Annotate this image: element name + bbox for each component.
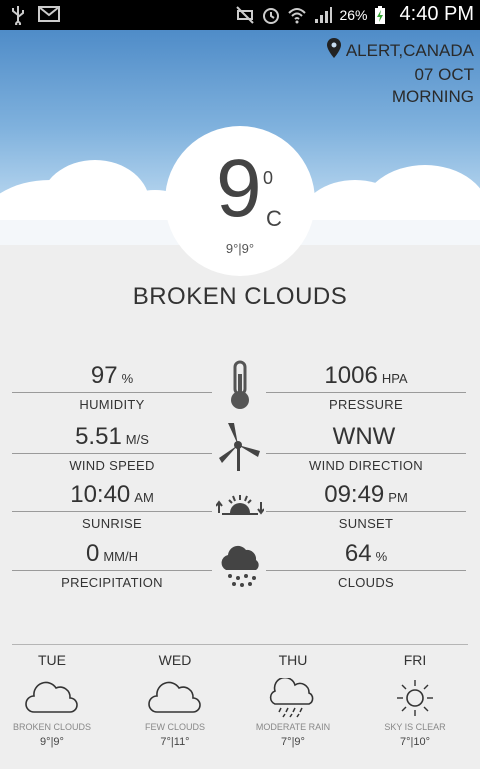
wind-speed-value: 5.51 bbox=[75, 423, 122, 450]
sunrise-value: 10:40 bbox=[70, 481, 131, 508]
forecast-day-label: FRI bbox=[403, 652, 427, 668]
pressure-value: 1006 bbox=[324, 362, 378, 389]
forecast-description: BROKEN CLOUDS bbox=[12, 722, 92, 732]
pressure-label: PRESSURE bbox=[329, 397, 403, 412]
cloud-icon bbox=[0, 678, 112, 718]
forecast-description: FEW CLOUDS bbox=[144, 722, 205, 732]
forecast-range: 9°|9° bbox=[40, 736, 64, 748]
sun-icon bbox=[355, 678, 475, 718]
detail-row-humidity-pressure: 97% HUMIDITY 1006 HPA PRESSURE bbox=[0, 360, 480, 420]
wind-direction-value: WNW bbox=[332, 423, 396, 450]
forecast-day-label: WED bbox=[158, 652, 192, 668]
sunset-value: 09:49 bbox=[324, 481, 385, 508]
forecast-day-label: THU bbox=[278, 652, 308, 668]
status-bar: 26% 4:40 PM bbox=[0, 0, 480, 30]
detail-row-wind: 5.51 M/S WIND SPEED WNW WIND DIRECTION bbox=[0, 423, 480, 481]
signal-icon bbox=[313, 5, 333, 25]
forecast-day-tue[interactable]: TUE BROKEN CLOUDS 9°|9° bbox=[0, 652, 112, 748]
wind-turbine-icon bbox=[216, 421, 264, 473]
wind-speed-label: WIND SPEED bbox=[69, 458, 155, 473]
current-temperature: 9 bbox=[216, 143, 262, 234]
detail-row-sun: 10:40 AM SUNRISE 09:49 PM SUNSET bbox=[0, 481, 480, 539]
humidity-label: HUMIDITY bbox=[79, 397, 145, 412]
pressure-unit: HPA bbox=[381, 371, 408, 386]
wind-speed-unit: M/S bbox=[125, 432, 149, 447]
forecast-day-thu[interactable]: THU MODERATE RAIN 7°|9° bbox=[233, 652, 353, 748]
sunrise-unit: AM bbox=[134, 490, 154, 505]
temperature-range: 9°|9° bbox=[225, 241, 255, 256]
temperature-unit: C bbox=[266, 206, 282, 231]
clouds-unit: % bbox=[375, 549, 388, 564]
forecast-range: 7°|11° bbox=[160, 736, 190, 748]
clouds-label: CLOUDS bbox=[338, 575, 394, 590]
sunset-unit: PM bbox=[388, 490, 408, 505]
location-block: ALERT,CANADA 07 OCT MORNING bbox=[326, 38, 474, 108]
forecast-range: 7°|10° bbox=[399, 736, 430, 748]
sunrise-label: SUNRISE bbox=[82, 516, 142, 531]
current-condition: BROKEN CLOUDS bbox=[132, 283, 348, 310]
mute-icon bbox=[235, 5, 255, 25]
clouds-value: 64 bbox=[344, 540, 372, 567]
location-date: 07 OCT bbox=[414, 65, 474, 84]
location-period: MORNING bbox=[391, 87, 474, 106]
rain-cloud-icon bbox=[216, 540, 264, 592]
forecast-description: MODERATE RAIN bbox=[255, 722, 331, 732]
sunset-label: SUNSET bbox=[338, 516, 394, 531]
battery-charging-icon bbox=[374, 5, 394, 25]
location-pin-icon bbox=[326, 38, 341, 64]
humidity-value: 97 bbox=[90, 362, 118, 389]
wind-direction-label: WIND DIRECTION bbox=[309, 458, 423, 473]
forecast-description: SKY IS CLEAR bbox=[384, 722, 446, 732]
cloud-icon bbox=[115, 678, 235, 718]
thermometer-icon bbox=[216, 360, 264, 412]
usb-icon bbox=[8, 5, 28, 27]
precipitation-unit: MM/H bbox=[103, 549, 139, 564]
forecast-day-label: TUE bbox=[38, 652, 66, 668]
precipitation-label: PRECIPITATION bbox=[61, 575, 163, 590]
battery-level: 26% bbox=[339, 6, 368, 23]
rain-cloud-icon bbox=[233, 678, 353, 718]
sunrise-sunset-icon bbox=[215, 481, 265, 533]
detail-row-precip-clouds: 0 MM/H PRECIPITATION 64% CLOUDS bbox=[0, 540, 480, 598]
mail-icon bbox=[38, 5, 60, 25]
humidity-unit: % bbox=[121, 371, 134, 386]
clock: 4:40 PM bbox=[399, 3, 474, 25]
forecast-divider bbox=[12, 644, 468, 645]
precipitation-value: 0 bbox=[85, 540, 100, 567]
forecast-day-wed[interactable]: WED FEW CLOUDS 7°|11° bbox=[115, 652, 235, 748]
forecast-range: 7°|9° bbox=[281, 736, 305, 748]
wifi-icon bbox=[287, 5, 307, 25]
location-city[interactable]: ALERT,CANADA bbox=[346, 40, 474, 62]
forecast-day-fri[interactable]: FRI SKY IS CLEAR 7°|10° bbox=[355, 652, 475, 748]
temperature-degree-mark: 0 bbox=[263, 168, 274, 188]
alarm-icon bbox=[261, 5, 281, 25]
